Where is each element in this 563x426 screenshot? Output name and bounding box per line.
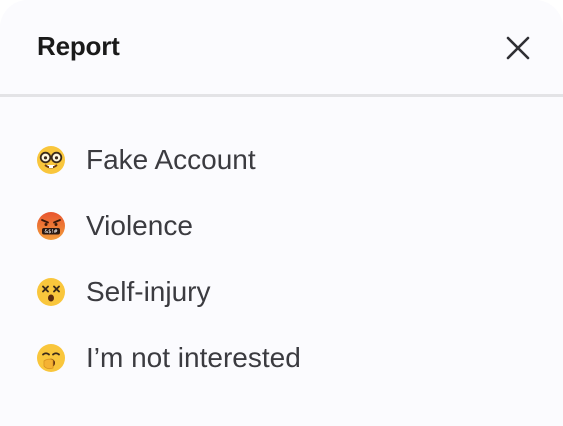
option-label: Self-injury (86, 276, 211, 307)
report-header: Report (0, 0, 563, 95)
close-button[interactable] (498, 28, 538, 68)
cursing-face-icon: &$!# (37, 212, 65, 240)
option-label: I’m not interested (86, 342, 301, 373)
nerd-face-icon (37, 146, 65, 174)
option-not-interested[interactable]: I’m not interested (0, 328, 563, 388)
close-icon (506, 36, 530, 60)
header-divider (0, 94, 563, 97)
report-sheet: Report Fake Account &$!# Violence Self-i… (0, 0, 563, 426)
option-self-injury[interactable]: Self-injury (0, 262, 563, 322)
option-label: Violence (86, 210, 193, 241)
option-violence[interactable]: &$!# Violence (0, 196, 563, 256)
svg-text:&$!#: &$!# (44, 229, 57, 235)
option-label: Fake Account (86, 144, 256, 175)
dialog-title: Report (37, 31, 120, 61)
yawning-face-icon (37, 344, 65, 372)
dizzy-face-icon (37, 278, 65, 306)
option-fake-account[interactable]: Fake Account (0, 130, 563, 190)
